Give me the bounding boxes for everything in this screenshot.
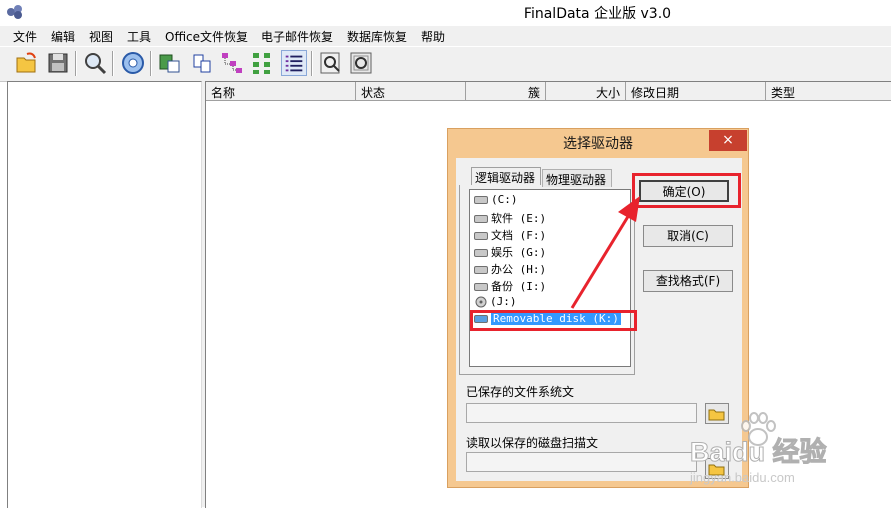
search-icon[interactable] [82, 50, 108, 76]
preview-icon[interactable] [348, 50, 374, 76]
column-header-size[interactable]: 大小 [546, 82, 626, 101]
tab-logical-drives[interactable]: 逻辑驱动器 [471, 167, 541, 185]
hard-disk-icon [474, 283, 488, 291]
annotation-arrow [570, 196, 640, 309]
column-header-cluster[interactable]: 簇 [466, 82, 546, 101]
drive-item[interactable]: 备份 (I:) [474, 278, 546, 294]
read-scan-field[interactable] [466, 452, 697, 472]
toolbar-separator [311, 51, 313, 76]
find-format-button[interactable]: 查找格式(F) [643, 270, 733, 292]
menu-database-recovery[interactable]: 数据库恢复 [347, 28, 407, 45]
hard-disk-icon [474, 249, 488, 257]
toolbar-separator [150, 51, 152, 76]
column-header-type[interactable]: 类型 [766, 82, 891, 101]
drive-item[interactable]: 文档 (F:) [474, 227, 546, 243]
menu-email-recovery[interactable]: 电子邮件恢复 [261, 28, 333, 45]
menu-tools[interactable]: 工具 [127, 28, 151, 45]
menu-help[interactable]: 帮助 [421, 28, 445, 45]
cancel-button[interactable]: 取消(C) [643, 225, 733, 247]
saved-filesystem-label: 已保存的文件系统文 [466, 385, 575, 399]
menu-edit[interactable]: 编辑 [51, 28, 75, 45]
menu-office-recovery[interactable]: Office文件恢复 [165, 28, 248, 45]
app-title: FinalData 企业版 v3.0 [523, 6, 672, 22]
column-header-name[interactable]: 名称 [206, 82, 356, 101]
drive-item[interactable]: (C:) [474, 193, 518, 209]
cd-drive-icon [475, 296, 487, 308]
drive-item[interactable]: (J:) [474, 295, 517, 311]
scan-icon[interactable] [120, 50, 146, 76]
open-icon[interactable] [14, 50, 40, 76]
recover-icon[interactable] [157, 50, 183, 76]
baidu-watermark: Baidu 经验 jingyan.baidu.com [690, 410, 890, 500]
find-icon[interactable] [318, 50, 344, 76]
menu-view[interactable]: 视图 [89, 28, 113, 45]
hard-disk-icon [474, 215, 488, 223]
title-bar: FinalData 企业版 v3.0 [0, 0, 891, 25]
read-scan-label: 读取以保存的磁盘扫描文 [466, 436, 599, 450]
tree-icon[interactable] [219, 50, 245, 76]
dialog-title: 选择驱动器 [563, 136, 633, 152]
saved-filesystem-field[interactable] [466, 403, 697, 423]
toolbar-separator [112, 51, 114, 76]
watermark-url: jingyan.baidu.com [690, 470, 795, 485]
tree-expand-icon[interactable] [250, 50, 276, 76]
toolbar [0, 47, 891, 82]
hard-disk-icon [474, 196, 488, 204]
drive-item[interactable]: 软件 (E:) [474, 210, 546, 226]
column-header-status[interactable]: 状态 [356, 82, 466, 101]
hard-disk-icon [474, 266, 488, 274]
copy-icon[interactable] [189, 50, 215, 76]
drive-item[interactable]: 娱乐 (G:) [474, 244, 546, 260]
watermark-brand: Baidu 经验 [690, 437, 828, 468]
drive-item[interactable]: 办公 (H:) [474, 261, 546, 277]
folder-tree-pane[interactable] [7, 81, 202, 508]
menu-file[interactable]: 文件 [13, 28, 37, 45]
column-header-modified[interactable]: 修改日期 [626, 82, 766, 101]
close-icon[interactable]: × [709, 130, 747, 151]
menu-bar: 文件 编辑 视图 工具 Office文件恢复 电子邮件恢复 数据库恢复 帮助 [0, 26, 891, 46]
hard-disk-icon [474, 232, 488, 240]
save-icon[interactable] [45, 50, 71, 76]
toolbar-separator [75, 51, 77, 76]
details-icon[interactable] [281, 50, 307, 76]
